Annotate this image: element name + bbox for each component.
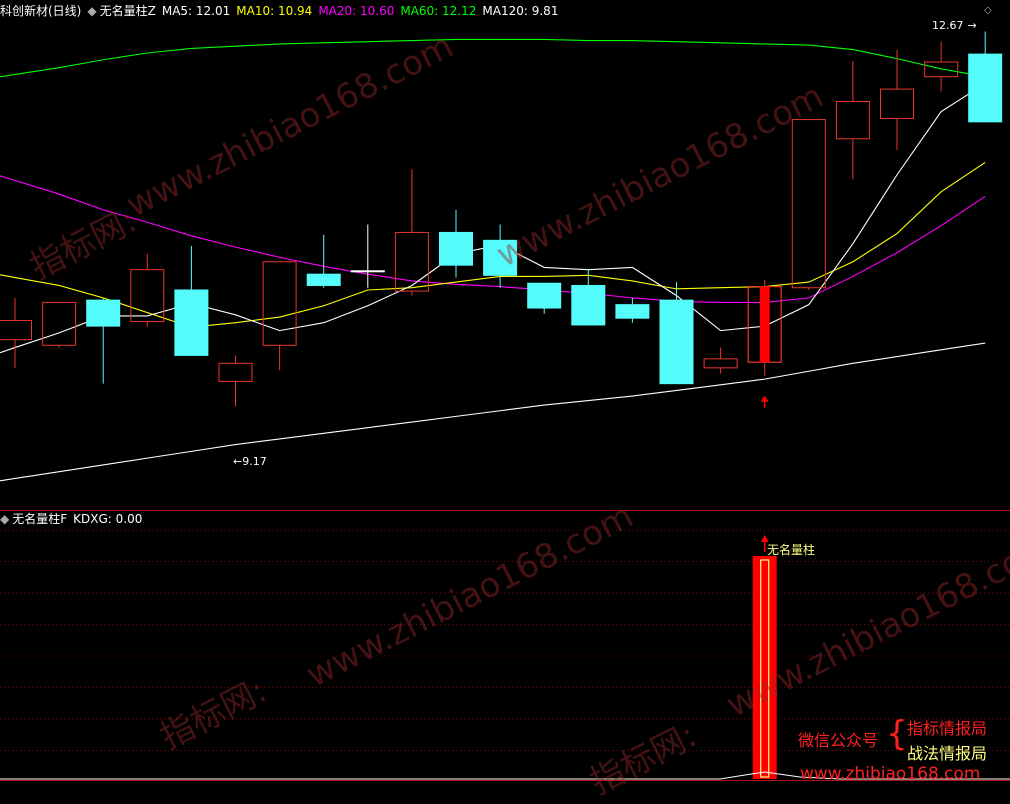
candle-body[interactable] xyxy=(483,239,518,276)
stock-chart[interactable] xyxy=(0,0,1010,790)
promo-line1: 指标情报局 xyxy=(907,719,988,738)
candle-body[interactable] xyxy=(42,301,77,346)
candle-body[interactable] xyxy=(571,284,606,326)
candle-body[interactable] xyxy=(0,319,32,341)
ma20-value: MA20: 10.60 xyxy=(318,4,395,18)
candle-body[interactable] xyxy=(306,273,341,286)
ma60-value: MA60: 12.12 xyxy=(400,4,477,18)
candle-body[interactable] xyxy=(439,231,473,266)
main-panel-header: 科创新材(日线) ◆ 无名量柱Z MA5: 12.01 MA10: 10.94 MA20:… xyxy=(0,3,564,19)
candle-body[interactable] xyxy=(350,270,385,273)
promo-brace: { xyxy=(886,714,908,754)
candle-body[interactable] xyxy=(659,299,694,385)
candle-body[interactable] xyxy=(218,362,253,382)
ma10-value: MA10: 10.94 xyxy=(236,4,313,18)
candle-body[interactable] xyxy=(262,261,297,346)
promo-wechat: 微信公众号 xyxy=(798,731,879,750)
ma120-line xyxy=(0,342,986,482)
indicator-name[interactable]: 无名量柱Z xyxy=(100,4,156,18)
sub-panel-header: ◆ 无名量柱F KDXG: 0.00 xyxy=(0,511,148,527)
promo-line2: 战法情报局 xyxy=(907,744,988,763)
candle-body[interactable] xyxy=(835,101,870,140)
ma120-value: MA120: 9.81 xyxy=(482,4,559,18)
collapse-icon[interactable]: ◆ xyxy=(87,4,96,18)
candle-body[interactable] xyxy=(880,88,914,119)
candlesticks[interactable] xyxy=(0,31,1003,408)
low-price-label: ←9.17 xyxy=(233,455,267,468)
collapse-icon[interactable]: ◆ xyxy=(0,512,9,526)
kdxg-value: KDXG: 0.00 xyxy=(73,512,143,526)
candle-body[interactable] xyxy=(174,289,209,356)
sub-indicator-name[interactable]: 无名量柱F xyxy=(12,512,67,526)
candle-body[interactable] xyxy=(86,299,121,327)
ma5-value: MA5: 12.01 xyxy=(161,4,231,18)
high-price-label: 12.67 → xyxy=(932,19,977,32)
stock-title[interactable]: 科创新材(日线) xyxy=(0,4,81,18)
promo-url: www.zhibiao168.com xyxy=(800,764,981,784)
candle-body[interactable] xyxy=(615,304,650,319)
signal-arrow-head xyxy=(760,395,769,402)
settings-diamond-icon[interactable]: ◇ xyxy=(984,5,992,16)
candle-body[interactable] xyxy=(924,61,959,78)
ma60-line xyxy=(0,38,986,78)
signal-bar[interactable] xyxy=(752,556,777,779)
candle-body[interactable] xyxy=(703,358,738,369)
signal-label: 无名量柱 xyxy=(767,543,816,557)
signal-candle-fill[interactable] xyxy=(759,286,770,363)
candle-body[interactable] xyxy=(130,269,165,323)
ma20-line xyxy=(0,175,986,303)
candle-body[interactable] xyxy=(968,53,1003,123)
candle-body[interactable] xyxy=(791,119,826,289)
candle-body[interactable] xyxy=(527,282,562,309)
